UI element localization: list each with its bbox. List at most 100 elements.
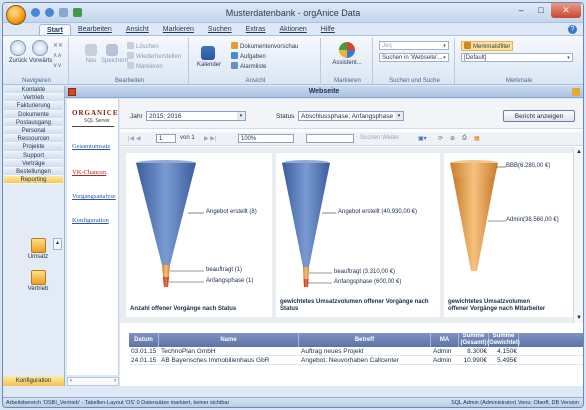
year-select[interactable]: 2015; 2016 ▾ bbox=[146, 111, 246, 121]
export-icon[interactable]: ▣▾ bbox=[418, 135, 427, 142]
mark-icon bbox=[127, 62, 134, 69]
link-gesamtumsatz[interactable]: Gesamtumsatz bbox=[72, 143, 110, 150]
nav-footer-konfiguration[interactable]: Konfiguration bbox=[3, 376, 64, 386]
down-record-icon[interactable]: ∨∨ bbox=[53, 62, 62, 69]
tasks-button[interactable]: Aufgaben bbox=[231, 52, 266, 60]
find-next-button[interactable]: Weiter bbox=[382, 135, 399, 141]
nav-item-reporting[interactable]: Reporting bbox=[4, 176, 63, 185]
pin-icon[interactable] bbox=[572, 88, 580, 96]
status-label: Status bbox=[276, 113, 295, 120]
new-button[interactable]: Neu bbox=[83, 44, 99, 64]
nav-item-kontakte[interactable]: Kontakte bbox=[4, 86, 63, 95]
documents-button[interactable]: Dokumentenvorschau bbox=[231, 42, 298, 50]
scroll-right-icon[interactable]: › bbox=[114, 378, 116, 384]
first-page-icon[interactable]: |◀ ◀ bbox=[128, 135, 140, 142]
zoom-select[interactable]: 100% bbox=[238, 134, 294, 143]
nav-item-support[interactable]: Support bbox=[4, 151, 63, 160]
nav-item-projekte[interactable]: Projekte bbox=[4, 143, 63, 152]
table-row[interactable]: 24.01.15 AB Bayerisches Immobilienhaus G… bbox=[129, 356, 583, 365]
delete-button[interactable]: Löschen bbox=[127, 42, 159, 50]
calendar-icon bbox=[201, 46, 215, 60]
nav-icon-umsatz[interactable]: Umsatz bbox=[25, 238, 51, 260]
up-record-icon[interactable]: ∧∧ bbox=[53, 52, 62, 59]
minimize-button[interactable]: – bbox=[511, 3, 531, 18]
sql-server-logo: SQL Server bbox=[84, 118, 110, 124]
nav-item-postausgang[interactable]: Postausgang bbox=[4, 118, 63, 127]
save-button[interactable]: Speichern bbox=[101, 44, 128, 64]
assistant-icon bbox=[339, 42, 355, 58]
assistant-button[interactable]: Assistent... bbox=[329, 42, 365, 66]
search-scope-combo[interactable]: Jeq ▾ bbox=[379, 41, 449, 50]
maximize-button[interactable]: □ bbox=[531, 3, 551, 18]
panel-header: Webseite bbox=[65, 86, 583, 98]
print-icon[interactable]: ⎙ bbox=[462, 135, 467, 142]
save-icon bbox=[106, 44, 118, 56]
alarm-list-button[interactable]: Alarmliste bbox=[231, 62, 266, 70]
group-label: Navigieren bbox=[22, 78, 51, 84]
link-konfiguration[interactable]: Konfiguration bbox=[72, 217, 109, 224]
year-label: Jahr bbox=[130, 113, 143, 120]
tasks-label: Aufgaben bbox=[240, 54, 266, 60]
nav-icon-vertrieb[interactable]: Vertrieb bbox=[25, 270, 51, 292]
title-bar: Musterdatenbank - orgAnice Data – □ ✕ bbox=[3, 3, 583, 25]
link-vk-chancen[interactable]: VK-Chancen bbox=[72, 169, 106, 176]
funnel-chart-volume-status bbox=[282, 160, 336, 287]
scroll-left-icon[interactable]: ‹ bbox=[70, 378, 72, 384]
zoom-icon[interactable]: ⊕ bbox=[450, 135, 455, 142]
nav-item-personal[interactable]: Personal bbox=[4, 126, 63, 136]
scroll-down-icon[interactable]: ▼ bbox=[574, 315, 583, 321]
find-button[interactable]: Suchen bbox=[360, 135, 380, 141]
back-button[interactable]: Zurück bbox=[7, 40, 29, 64]
funnel-segment-anfangsphase bbox=[163, 277, 169, 287]
year-value: 2015; 2016 bbox=[149, 113, 182, 120]
vertrieb-label: Vertrieb bbox=[27, 286, 49, 292]
close-panel-icon[interactable] bbox=[68, 88, 76, 96]
chart-title: gewichtetes Umsatzvolumen offener Vorgän… bbox=[280, 299, 429, 312]
show-report-button[interactable]: Bericht anzeigen bbox=[503, 110, 575, 122]
report-scrollbar[interactable]: ▲ ▼ bbox=[573, 147, 583, 323]
help-icon[interactable]: ? bbox=[568, 25, 577, 34]
forward-button[interactable]: Vorwärts bbox=[29, 40, 52, 64]
col-ma[interactable]: MA bbox=[431, 333, 459, 347]
nav-item-fakturierung[interactable]: Fakturierung bbox=[4, 102, 63, 111]
restore-button[interactable]: Wiederherstellen bbox=[127, 52, 181, 60]
calendar-button[interactable]: Kalender bbox=[197, 46, 221, 68]
delete-label: Löschen bbox=[136, 44, 159, 50]
link-vorgangsanalyse[interactable]: Vorgangsanalyse bbox=[72, 193, 116, 200]
module-navigation: Kontakte Vertrieb Fakturierung Dokumente… bbox=[3, 86, 65, 386]
save-label: Speichern bbox=[101, 58, 129, 64]
chart-title: Anzahl offener Vorgänge nach Status bbox=[130, 306, 237, 312]
app-window: Musterdatenbank - orgAnice Data – □ ✕ St… bbox=[2, 2, 584, 408]
nav-item-ressourcen[interactable]: Ressourcen bbox=[4, 135, 63, 144]
scroll-up-icon[interactable]: ▲ bbox=[574, 149, 583, 155]
group-edit: Neu Speichern Löschen Wiederherstellen M… bbox=[71, 38, 189, 84]
refresh-icon[interactable]: ⟳ bbox=[438, 135, 443, 142]
nav-item-vertraege[interactable]: Verträge bbox=[4, 159, 63, 168]
merkmal-combo[interactable]: [Default] ▾ bbox=[461, 53, 573, 62]
mark-button[interactable]: Markieren bbox=[127, 62, 163, 70]
table-row[interactable]: 03.01.15 TechnoPlan GmbH Auftrag neues P… bbox=[129, 347, 583, 356]
funnel-segment-angebot bbox=[282, 163, 330, 267]
next-page-icon[interactable]: ▶ ▶| bbox=[204, 135, 216, 142]
col-summe-gewichtet[interactable]: Summe (Gewichtet) bbox=[487, 333, 520, 347]
col-name[interactable]: Name bbox=[159, 333, 299, 347]
close-button[interactable]: ✕ bbox=[551, 3, 581, 18]
nav-item-bestellungen[interactable]: Bestellungen bbox=[4, 167, 63, 177]
chart-label: BBB(6.280,00 €) bbox=[506, 163, 551, 169]
chart-panel-count: Angebot erstellt (8) beauftragt (1) Anfa… bbox=[126, 153, 272, 317]
restore-icon bbox=[127, 52, 134, 59]
layout-icon[interactable]: ▦ bbox=[474, 135, 480, 142]
nav-item-vertrieb[interactable]: Vertrieb bbox=[4, 94, 63, 103]
page-input[interactable]: 1 bbox=[156, 134, 176, 143]
linkpane-scrollbar[interactable]: ‹ › bbox=[67, 377, 119, 386]
nav-scroll-up-icon[interactable]: ▴ bbox=[53, 238, 62, 250]
status-select[interactable]: Abschlussphase; Anfangsphase ▾ bbox=[298, 111, 404, 121]
merkmalsfilter-button[interactable]: Merkmalsfilter bbox=[461, 41, 514, 51]
nav-item-dokumente[interactable]: Dokumente bbox=[4, 110, 63, 119]
col-summe-gesamt[interactable]: Summe (Gesamt) bbox=[459, 333, 489, 347]
find-input[interactable] bbox=[306, 134, 354, 143]
first-record-icon[interactable]: ✕✕ bbox=[53, 42, 63, 49]
col-betreff[interactable]: Betreff bbox=[299, 333, 431, 347]
search-input[interactable]: Suchen in 'Webseite'... ▾ bbox=[379, 53, 449, 62]
col-datum[interactable]: Datum bbox=[129, 333, 159, 347]
